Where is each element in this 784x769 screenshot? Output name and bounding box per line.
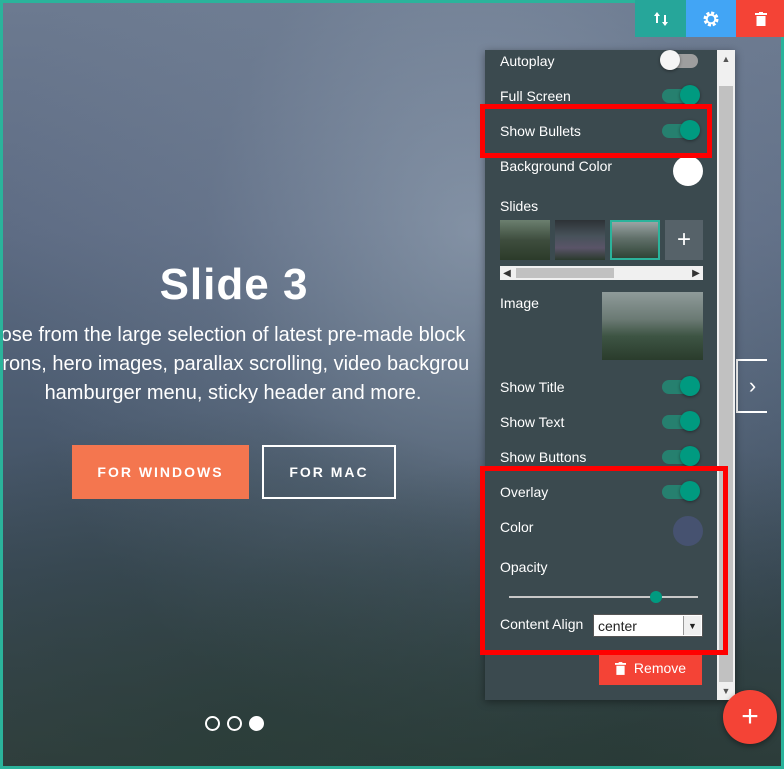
content-align-select[interactable]: center ▼	[593, 614, 703, 637]
show-buttons-label: Show Buttons	[500, 449, 587, 465]
add-block-button[interactable]: +	[723, 690, 777, 744]
chevron-right-icon: ›	[748, 373, 757, 398]
show-title-label: Show Title	[500, 379, 565, 395]
slides-label: Slides	[500, 198, 539, 214]
delete-block-button[interactable]	[736, 0, 784, 37]
scroll-right-icon[interactable]: ▶	[689, 266, 703, 280]
show-buttons-toggle[interactable]	[662, 446, 700, 466]
show-text-toggle[interactable]	[662, 411, 700, 431]
slide-text-line: hamburger menu, sticky header and more.	[44, 382, 422, 404]
show-bullets-label: Show Bullets	[500, 123, 581, 139]
scroll-up-icon[interactable]: ▲	[717, 50, 735, 68]
bullet-1[interactable]	[205, 716, 220, 731]
thumbnails-scrollbar[interactable]: ◀ ▶	[500, 266, 703, 280]
remove-label: Remove	[633, 660, 687, 676]
settings-panel	[485, 50, 735, 700]
show-bullets-toggle[interactable]	[662, 120, 700, 140]
slide-text-line: trons, hero images, parallax scrolling, …	[0, 353, 470, 375]
block-toolbar	[635, 0, 784, 37]
gear-icon	[703, 11, 719, 26]
slide-bullets	[205, 716, 264, 731]
show-title-toggle[interactable]	[662, 376, 700, 396]
background-color-swatch[interactable]	[673, 156, 703, 186]
overlay-toggle[interactable]	[662, 481, 700, 501]
color-label: Color	[500, 519, 534, 535]
slide-thumbnail-3[interactable]	[610, 220, 660, 260]
slide-thumbnail-1[interactable]	[500, 220, 550, 260]
sort-icon	[653, 11, 668, 26]
slide-text: ose from the large selection of latest p…	[0, 321, 493, 408]
content-align-value: center	[598, 618, 637, 634]
slide-thumbnails	[500, 220, 660, 260]
for-windows-button[interactable]: FOR WINDOWS	[72, 445, 249, 499]
bullet-3[interactable]	[249, 716, 264, 731]
fullscreen-toggle[interactable]	[662, 85, 700, 105]
show-text-label: Show Text	[500, 414, 565, 430]
fullscreen-label: Full Screen	[500, 88, 571, 104]
image-preview[interactable]	[602, 292, 703, 360]
panel-scrollbar[interactable]: ▲ ▼	[717, 50, 735, 700]
scrollbar-thumb[interactable]	[719, 86, 733, 682]
plus-icon: +	[741, 700, 759, 733]
slide-text-line: ose from the large selection of latest p…	[0, 324, 466, 346]
slide-thumbnail-2[interactable]	[555, 220, 605, 260]
remove-button[interactable]: Remove	[599, 651, 702, 685]
overlay-color-swatch[interactable]	[673, 516, 703, 546]
opacity-slider-handle[interactable]	[650, 591, 662, 603]
plus-icon: +	[676, 226, 691, 253]
for-mac-button[interactable]: FOR MAC	[262, 445, 396, 499]
overlay-label: Overlay	[500, 484, 549, 500]
settings-button[interactable]	[686, 0, 736, 37]
autoplay-toggle[interactable]	[660, 50, 698, 70]
autoplay-label: Autoplay	[500, 53, 555, 69]
add-slide-button[interactable]: +	[665, 220, 703, 260]
content-align-label: Content Align	[500, 616, 584, 632]
image-label: Image	[500, 295, 539, 311]
scroll-left-icon[interactable]: ◀	[500, 266, 514, 280]
background-color-label: Background Color	[500, 158, 613, 174]
opacity-label: Opacity	[500, 559, 548, 575]
slide-title: Slide 3	[159, 260, 309, 309]
next-slide-arrow[interactable]: ›	[736, 359, 767, 413]
trash-icon	[614, 661, 626, 675]
trash-icon	[755, 11, 767, 26]
horizontal-scrollbar-thumb[interactable]	[516, 268, 614, 278]
sort-button[interactable]	[635, 0, 686, 37]
bullet-2[interactable]	[227, 716, 242, 731]
opacity-slider-track[interactable]	[509, 596, 698, 598]
chevron-down-icon[interactable]: ▼	[683, 616, 701, 635]
